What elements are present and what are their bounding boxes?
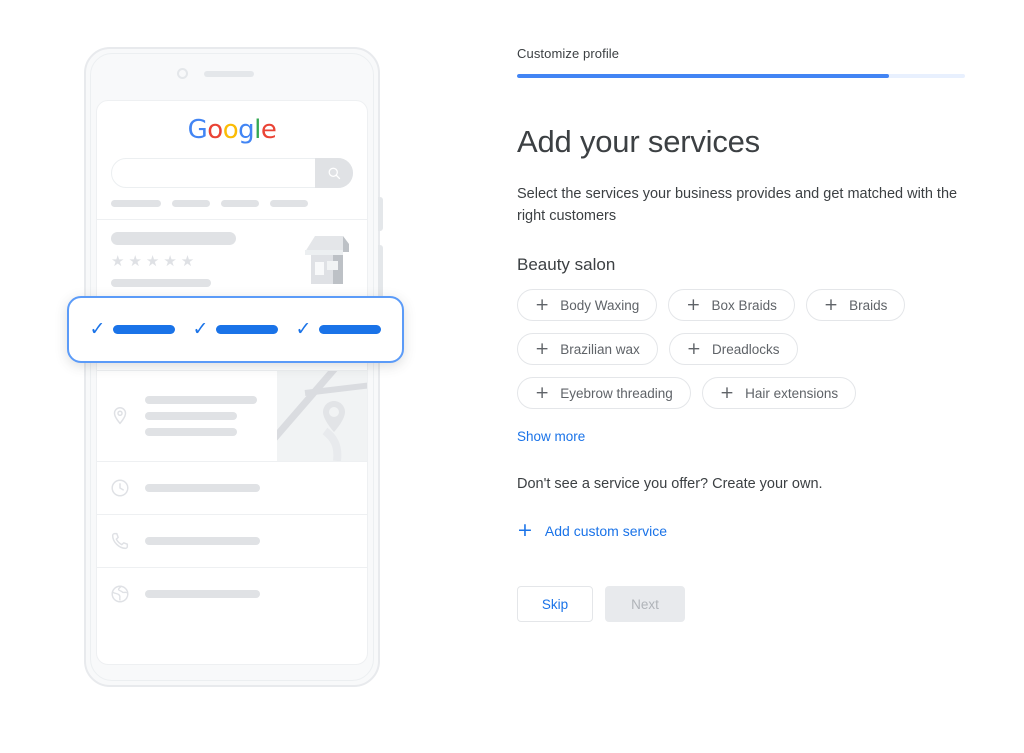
service-chip[interactable]: + Hair extensions xyxy=(701,377,857,410)
selected-services-highlight-card[interactable]: ✓ ✓ ✓ xyxy=(67,296,404,363)
highlight-item: ✓ xyxy=(90,320,176,339)
row-line-placeholder xyxy=(145,396,257,404)
hours-lines xyxy=(145,484,355,492)
service-chip-label: Body Waxing xyxy=(560,297,640,313)
google-logo-letter: l xyxy=(254,115,261,145)
service-chip[interactable]: + Eyebrow threading xyxy=(517,377,691,410)
website-lines xyxy=(145,590,355,598)
service-chip-label: Dreadlocks xyxy=(712,341,780,357)
nav-pill xyxy=(172,200,210,207)
service-chip-label: Hair extensions xyxy=(745,385,839,401)
row-line-placeholder xyxy=(145,484,260,492)
form-actions: Skip Next xyxy=(517,586,977,623)
check-icon: ✓ xyxy=(89,318,106,340)
service-chip[interactable]: + Braids xyxy=(805,289,906,322)
progress-bar-fill xyxy=(517,74,889,78)
row-line-placeholder xyxy=(145,590,260,598)
location-pin-icon xyxy=(113,407,127,425)
service-chip-row: + Eyebrow threading + Hair extensions xyxy=(517,377,977,410)
row-line-placeholder xyxy=(145,412,237,420)
plus-icon: + xyxy=(535,338,550,359)
service-bar-placeholder xyxy=(216,325,279,334)
phone-lines xyxy=(145,537,355,545)
service-chip-label: Braids xyxy=(849,297,888,313)
search-row xyxy=(111,158,353,188)
phone-icon xyxy=(111,532,129,550)
business-card-placeholder: ★★★★★ xyxy=(97,220,367,301)
plus-icon: + xyxy=(686,338,702,359)
service-chip-row: + Body Waxing + Box Braids + Braids xyxy=(517,289,977,322)
service-bar-placeholder xyxy=(113,325,176,334)
phone-mockup-illustration: Google ★★★★★ ✓ ✓ ✓ xyxy=(67,47,404,687)
website-row xyxy=(97,567,367,620)
add-custom-service-label: Add custom service xyxy=(544,522,668,539)
plus-icon: + xyxy=(535,382,550,403)
next-button: Next xyxy=(605,586,685,623)
service-chip-label: Brazilian wax xyxy=(560,341,640,357)
service-chips-group: + Body Waxing + Box Braids + Braids + Brazilian… xyxy=(517,289,977,410)
nav-pill xyxy=(270,200,308,207)
show-more-link[interactable]: Show more xyxy=(517,429,585,444)
progress-bar xyxy=(517,74,965,78)
service-chip[interactable]: + Dreadlocks xyxy=(668,333,798,366)
plus-icon: + xyxy=(517,519,533,542)
service-chip-row: + Brazilian wax + Dreadlocks xyxy=(517,333,977,366)
search-icon xyxy=(328,167,340,179)
google-logo-letter: o xyxy=(222,115,239,145)
service-chip-label: Eyebrow threading xyxy=(560,385,673,401)
map-thumbnail[interactable] xyxy=(277,371,367,461)
service-chip-label: Box Braids xyxy=(711,297,777,313)
business-subtitle-placeholder xyxy=(111,279,211,287)
map-graphic xyxy=(277,371,367,461)
clock-icon xyxy=(111,479,129,497)
google-logo: Google xyxy=(97,115,367,145)
service-bar-placeholder xyxy=(319,325,382,334)
plus-icon: + xyxy=(535,294,550,315)
service-chip[interactable]: + Body Waxing xyxy=(517,289,658,322)
plus-icon: + xyxy=(686,294,701,315)
skip-button[interactable]: Skip xyxy=(517,586,593,623)
google-logo-letter: o xyxy=(207,115,223,145)
business-name-placeholder xyxy=(111,232,236,245)
service-chip[interactable]: + Brazilian wax xyxy=(517,333,658,366)
phone-camera-icon xyxy=(177,68,188,79)
phone-speaker-grill xyxy=(204,71,254,77)
plus-icon: + xyxy=(823,294,839,315)
google-logo-letter: G xyxy=(187,115,208,145)
row-line-placeholder xyxy=(145,537,260,545)
page-title: Add your services xyxy=(517,124,760,159)
phone-screen: Google ★★★★★ xyxy=(96,100,368,665)
highlight-item: ✓ xyxy=(193,320,279,339)
nav-pill xyxy=(111,200,161,207)
phone-number-row xyxy=(97,514,367,567)
nav-pill xyxy=(221,200,259,207)
globe-icon xyxy=(111,585,129,603)
category-heading: Beauty salon xyxy=(517,255,616,275)
address-lines xyxy=(145,396,275,436)
google-logo-letter: e xyxy=(260,115,277,145)
search-button[interactable] xyxy=(315,158,353,188)
create-own-text: Don't see a service you offer? Create yo… xyxy=(517,476,823,493)
service-chip[interactable]: + Box Braids xyxy=(668,289,795,322)
step-label: Customize profile xyxy=(517,46,620,61)
page-description: Select the services your business provid… xyxy=(517,186,958,225)
storefront-icon xyxy=(305,236,349,284)
row-line-placeholder xyxy=(145,428,237,436)
google-logo-letter: g xyxy=(238,115,255,145)
check-icon: ✓ xyxy=(192,318,209,340)
customize-profile-panel: Customize profile Add your services Sele… xyxy=(517,46,977,623)
address-row xyxy=(97,370,367,461)
highlight-item: ✓ xyxy=(296,320,382,339)
nav-pills-placeholder xyxy=(111,200,367,207)
hours-row xyxy=(97,461,367,514)
check-icon: ✓ xyxy=(295,318,312,340)
add-custom-service-button[interactable]: + Add custom service xyxy=(517,521,667,540)
plus-icon: + xyxy=(719,382,735,403)
phone-volume-button xyxy=(378,197,383,231)
